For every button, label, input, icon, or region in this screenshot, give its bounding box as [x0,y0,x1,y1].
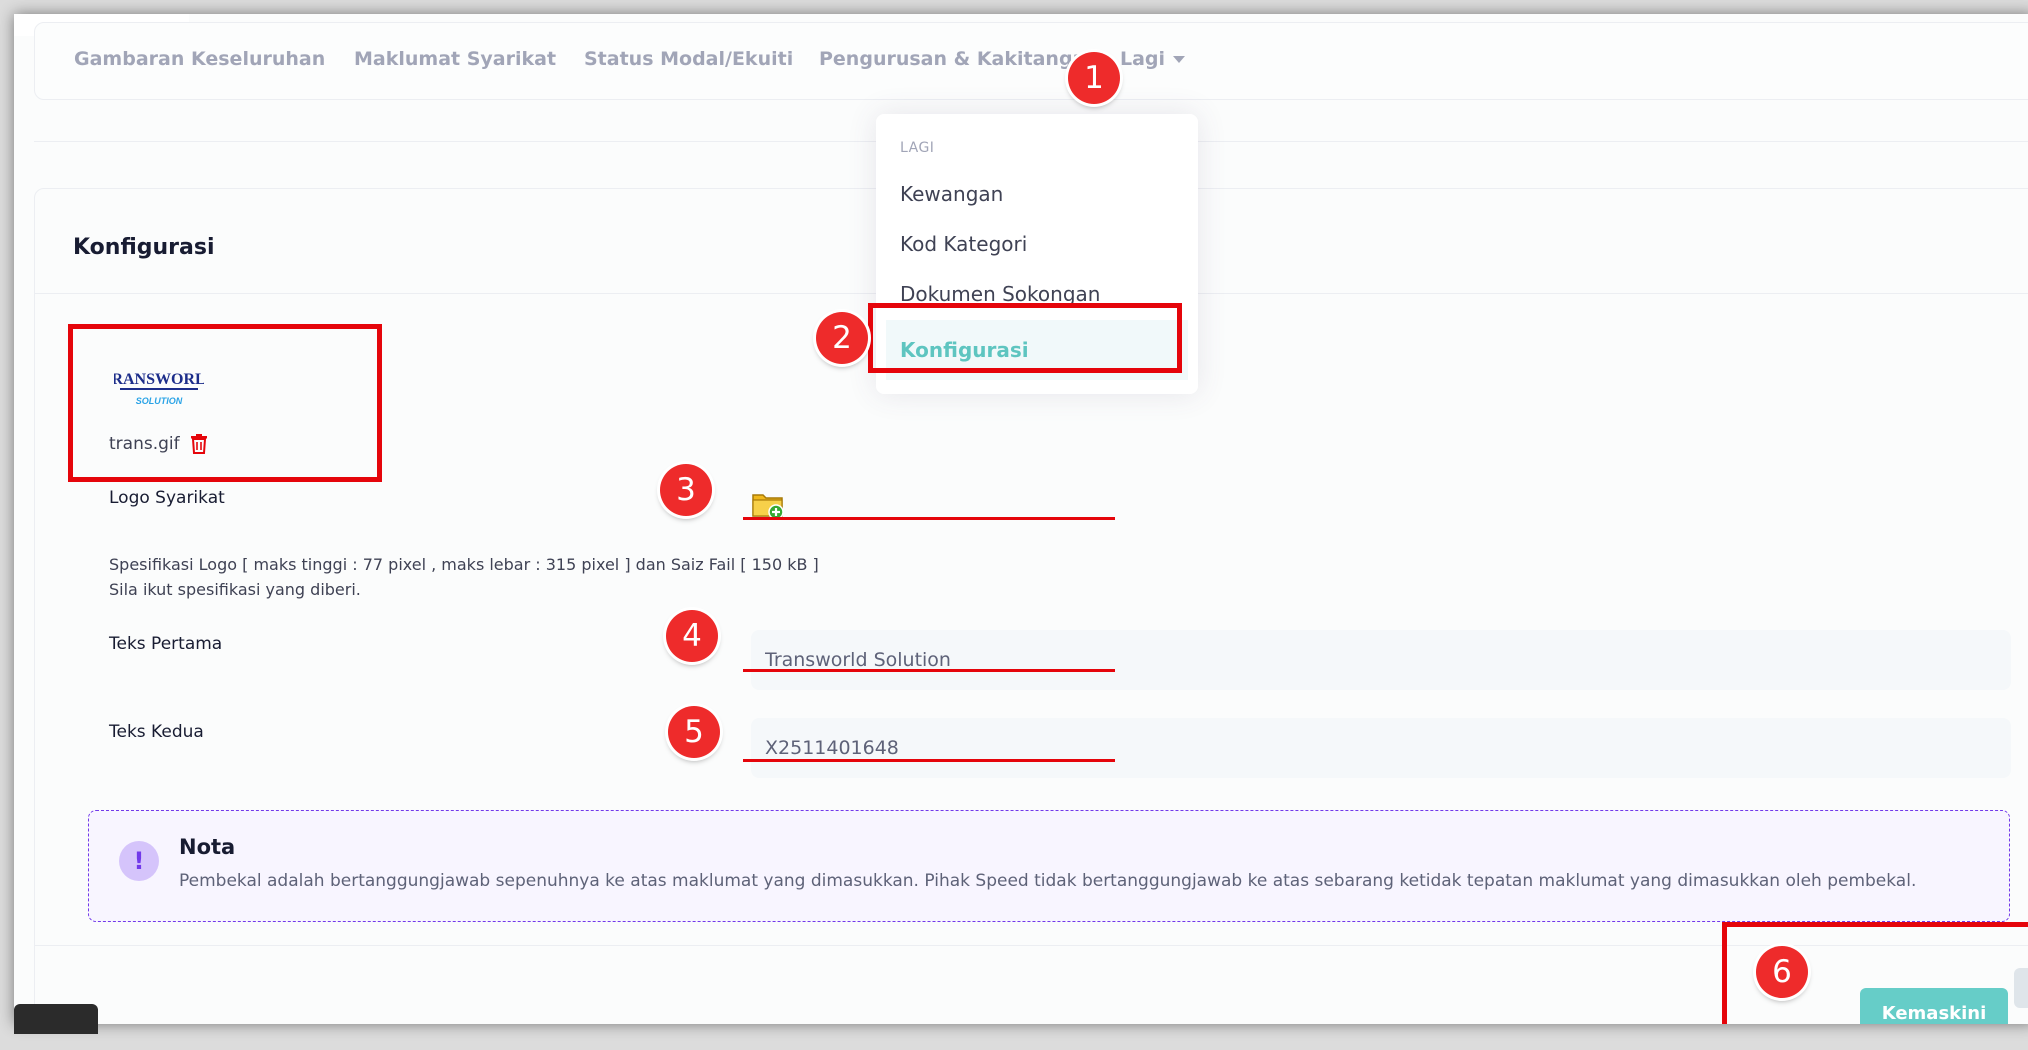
exclamation-icon: ! [119,841,159,881]
folder-upload-icon[interactable] [751,490,785,520]
annotation-badge-2: 2 [816,312,868,364]
nota-notice: ! Nota Pembekal adalah bertanggungjawab … [88,810,2010,922]
nota-title: Nota [179,835,236,859]
annotation-box-logo [68,324,382,482]
tab-lagi-label: Lagi [1120,48,1166,70]
bottom-chip [14,1004,98,1034]
teks-kedua-label: Teks Kedua [109,722,204,742]
tab-status-modal-ekuiti[interactable]: Status Modal/Ekuiti [584,48,793,70]
annotation-box-konfigurasi [868,303,1182,373]
logo-spec-text: Spesifikasi Logo [ maks tinggi : 77 pixe… [109,552,819,602]
dropdown-header: LAGI [900,140,935,156]
tab-lagi[interactable]: Lagi [1120,48,1186,70]
spec-line-2: Sila ikut spesifikasi yang diberi. [109,580,361,599]
spec-line-1: Spesifikasi Logo [ maks tinggi : 77 pixe… [109,555,819,574]
annotation-underline-teks-pertama [743,669,1115,672]
tab-pengurusan-kakitangan[interactable]: Pengurusan & Kakitangan [819,48,1099,70]
page-title: Konfigurasi [73,235,215,260]
annotation-badge-5: 5 [668,706,720,758]
teks-pertama-input[interactable] [751,630,2011,690]
menu-item-kod-kategori[interactable]: Kod Kategori [900,232,1027,256]
tab-gambaran-keseluruhan[interactable]: Gambaran Keseluruhan [74,48,325,70]
annotation-underline-upload [743,517,1115,520]
app-frame: Gambaran Keseluruhan Maklumat Syarikat S… [14,14,2028,1024]
menu-item-kewangan[interactable]: Kewangan [900,182,1003,206]
tab-maklumat-syarikat[interactable]: Maklumat Syarikat [354,48,556,70]
annotation-badge-1: 1 [1068,52,1120,104]
caret-down-icon [1173,56,1186,63]
logo-label: Logo Syarikat [109,488,225,508]
annotation-badge-6: 6 [1756,946,1808,998]
annotation-badge-3: 3 [660,464,712,516]
teks-kedua-input[interactable] [751,718,2011,778]
annotation-badge-4: 4 [666,610,718,662]
annotation-underline-teks-kedua [743,759,1115,762]
nota-text: Pembekal adalah bertanggungjawab sepenuh… [179,871,1917,891]
teks-pertama-label: Teks Pertama [109,634,223,654]
